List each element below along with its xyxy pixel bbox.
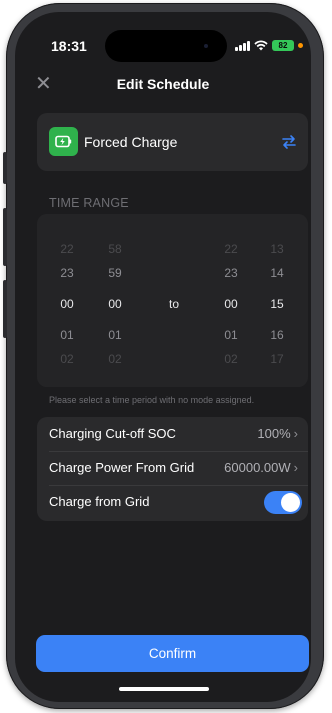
camera-dot	[204, 44, 208, 48]
grid-power-value: 60000.00W	[224, 460, 291, 475]
time-range-separator: to	[168, 297, 179, 311]
dynamic-island	[105, 30, 227, 62]
volume-up-button	[3, 208, 7, 266]
nav-bar: ✕ Edit Schedule	[15, 70, 311, 98]
picker-fade-bottom	[37, 373, 308, 387]
end-minute-option[interactable]: 14	[257, 266, 297, 280]
picker-row: 01 01 01 16	[37, 328, 308, 346]
chevron-right-icon: ›	[293, 426, 298, 441]
picker-fade-top	[37, 214, 308, 228]
battery-charge-icon	[49, 127, 78, 156]
chevron-right-icon: ›	[293, 460, 298, 475]
grid-power-label: Charge Power From Grid	[49, 460, 195, 475]
time-range-label: TIME RANGE	[49, 196, 129, 210]
end-hour-option[interactable]: 23	[211, 266, 251, 280]
charge-from-grid-toggle[interactable]	[264, 491, 302, 514]
settings-list: Charging Cut-off SOC 100% › Charge Power …	[37, 417, 308, 521]
start-hour-selected[interactable]: 00	[47, 297, 87, 311]
end-minute-option[interactable]: 17	[257, 352, 297, 366]
end-hour-option[interactable]: 01	[211, 328, 251, 342]
app-screen: 18:31 82 ✕ Edit Schedule Forced Charge T…	[15, 12, 311, 702]
end-minute-option[interactable]: 13	[257, 242, 297, 256]
charge-from-grid-row: Charge from Grid	[37, 485, 308, 519]
toggle-knob	[281, 493, 300, 512]
privacy-indicator	[298, 43, 303, 48]
picker-row: 23 59 23 14	[37, 266, 308, 284]
status-indicators: 82	[235, 40, 303, 51]
time-range-hint: Please select a time period with no mode…	[49, 395, 255, 405]
grid-power-value-wrap: 60000.00W ›	[224, 460, 298, 475]
picker-selected-row: 00 00 to 00 15	[37, 297, 308, 315]
start-minute-option[interactable]: 02	[95, 352, 135, 366]
confirm-button[interactable]: Confirm	[36, 635, 309, 672]
end-hour-option[interactable]: 02	[211, 352, 251, 366]
page-title: Edit Schedule	[116, 76, 210, 92]
volume-down-button	[3, 280, 7, 338]
battery-icon: 82	[272, 40, 294, 51]
cutoff-soc-value: 100%	[257, 426, 291, 441]
wifi-icon	[254, 40, 268, 51]
home-indicator	[119, 687, 209, 691]
start-hour-option[interactable]: 23	[47, 266, 87, 280]
mode-label: Forced Charge	[84, 134, 178, 150]
start-minute-option[interactable]: 59	[95, 266, 135, 280]
battery-level: 82	[278, 41, 288, 50]
end-hour-option[interactable]: 22	[211, 242, 251, 256]
start-minute-selected[interactable]: 00	[95, 297, 135, 311]
time-range-picker[interactable]: 22 58 22 13 23 59 23 14 00 00 to 00 15 0…	[37, 214, 308, 387]
status-time: 18:31	[51, 38, 87, 54]
start-hour-option[interactable]: 02	[47, 352, 87, 366]
charge-from-grid-label: Charge from Grid	[49, 494, 150, 509]
mode-selector[interactable]: Forced Charge	[37, 113, 308, 171]
cutoff-soc-label: Charging Cut-off SOC	[49, 426, 176, 441]
end-minute-option[interactable]: 16	[257, 328, 297, 342]
start-minute-option[interactable]: 01	[95, 328, 135, 342]
cutoff-soc-row[interactable]: Charging Cut-off SOC 100% ›	[37, 417, 308, 451]
end-minute-selected[interactable]: 15	[257, 297, 297, 311]
start-minute-option[interactable]: 58	[95, 242, 135, 256]
swap-arrows-icon[interactable]	[280, 133, 298, 151]
action-button	[3, 152, 7, 184]
end-hour-selected[interactable]: 00	[211, 297, 251, 311]
start-hour-option[interactable]: 22	[47, 242, 87, 256]
picker-row: 02 02 02 17	[37, 352, 308, 370]
cellular-signal-icon	[235, 40, 250, 51]
cutoff-soc-value-wrap: 100% ›	[257, 426, 298, 441]
grid-power-row[interactable]: Charge Power From Grid 60000.00W ›	[37, 451, 308, 485]
picker-row: 22 58 22 13	[37, 242, 308, 260]
start-hour-option[interactable]: 01	[47, 328, 87, 342]
